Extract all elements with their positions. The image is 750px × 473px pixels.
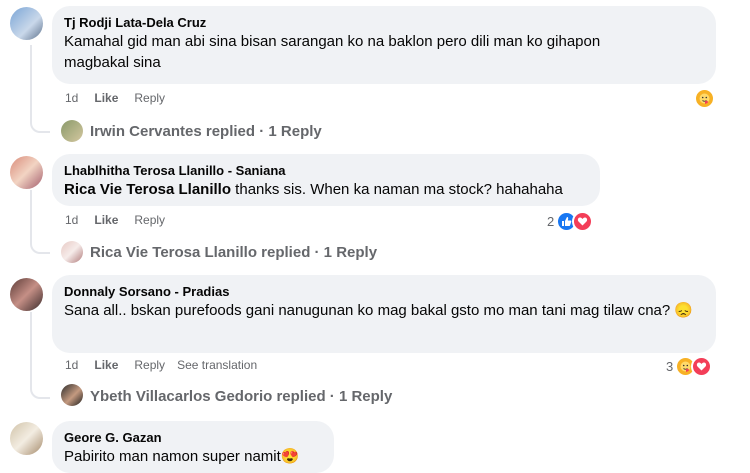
- care-reaction-icon: [694, 88, 715, 109]
- avatar[interactable]: [10, 7, 43, 40]
- comment-bubble: Donnaly Sorsano - Pradias Sana all.. bsk…: [52, 275, 716, 353]
- comment-bubble: Tj Rodji Lata-Dela Cruz Kamahal gid man …: [52, 6, 716, 84]
- comment-text: Kamahal gid man abi sina bisan sarangan …: [64, 33, 601, 71]
- reply-button[interactable]: Reply: [134, 358, 165, 372]
- comment-author[interactable]: Geore G. Gazan: [64, 429, 322, 446]
- reaction-count: 3: [666, 359, 674, 374]
- reply-button[interactable]: Reply: [134, 91, 165, 105]
- user-tag[interactable]: Rica Vie Terosa Llanillo: [64, 181, 231, 198]
- comment-timestamp[interactable]: 1d: [65, 213, 78, 227]
- comment-bubble: Lhablhitha Terosa Llanillo - Saniana Ric…: [52, 154, 600, 206]
- reaction-summary[interactable]: 3: [666, 356, 713, 377]
- like-button[interactable]: Like: [94, 91, 118, 105]
- love-reaction-icon: [572, 211, 594, 232]
- thread-connector: [30, 312, 50, 399]
- comment-bubble: Geore G. Gazan Pabirito man namon super …: [52, 421, 334, 473]
- see-translation-link[interactable]: See translation: [177, 358, 257, 372]
- comment-text: Rica Vie Terosa Llanillo thanks sis. Whe…: [64, 179, 588, 200]
- reaction-count: 2: [547, 214, 555, 229]
- like-button[interactable]: Like: [94, 358, 118, 372]
- thread-connector: [30, 190, 50, 254]
- avatar[interactable]: [61, 120, 83, 142]
- avatar[interactable]: [10, 422, 43, 455]
- comment-actions: 1d Like Reply: [65, 91, 165, 105]
- avatar[interactable]: [10, 278, 43, 311]
- like-button[interactable]: Like: [94, 213, 118, 227]
- comment-author[interactable]: Donnaly Sorsano - Pradias: [64, 283, 704, 300]
- love-reaction-icon: [691, 356, 713, 377]
- comment-actions: 1d Like Reply: [65, 213, 165, 227]
- comment-author[interactable]: Tj Rodji Lata-Dela Cruz: [64, 14, 704, 31]
- reaction-summary[interactable]: 2: [547, 211, 594, 232]
- comment-actions: 1d Like Reply See translation: [65, 358, 257, 372]
- avatar[interactable]: [10, 156, 43, 189]
- view-replies-link[interactable]: Irwin Cervantes replied · 1 Reply: [90, 122, 322, 142]
- reply-button[interactable]: Reply: [134, 213, 165, 227]
- thread-connector: [30, 45, 50, 133]
- comment-text: Pabirito man namon super namit😍: [64, 448, 300, 465]
- comment-timestamp[interactable]: 1d: [65, 358, 78, 372]
- avatar[interactable]: [61, 384, 83, 406]
- comment-timestamp[interactable]: 1d: [65, 91, 78, 105]
- view-replies-link[interactable]: Ybeth Villacarlos Gedorio replied · 1 Re…: [90, 387, 392, 407]
- reaction-summary[interactable]: [694, 88, 715, 109]
- avatar[interactable]: [61, 241, 83, 263]
- comment-text: Sana all.. bskan purefoods gani nanuguna…: [64, 302, 694, 319]
- comment-author[interactable]: Lhablhitha Terosa Llanillo - Saniana: [64, 162, 588, 179]
- view-replies-link[interactable]: Rica Vie Terosa Llanillo replied · 1 Rep…: [90, 243, 377, 263]
- comment-body: thanks sis. When ka naman ma stock? haha…: [231, 181, 563, 198]
